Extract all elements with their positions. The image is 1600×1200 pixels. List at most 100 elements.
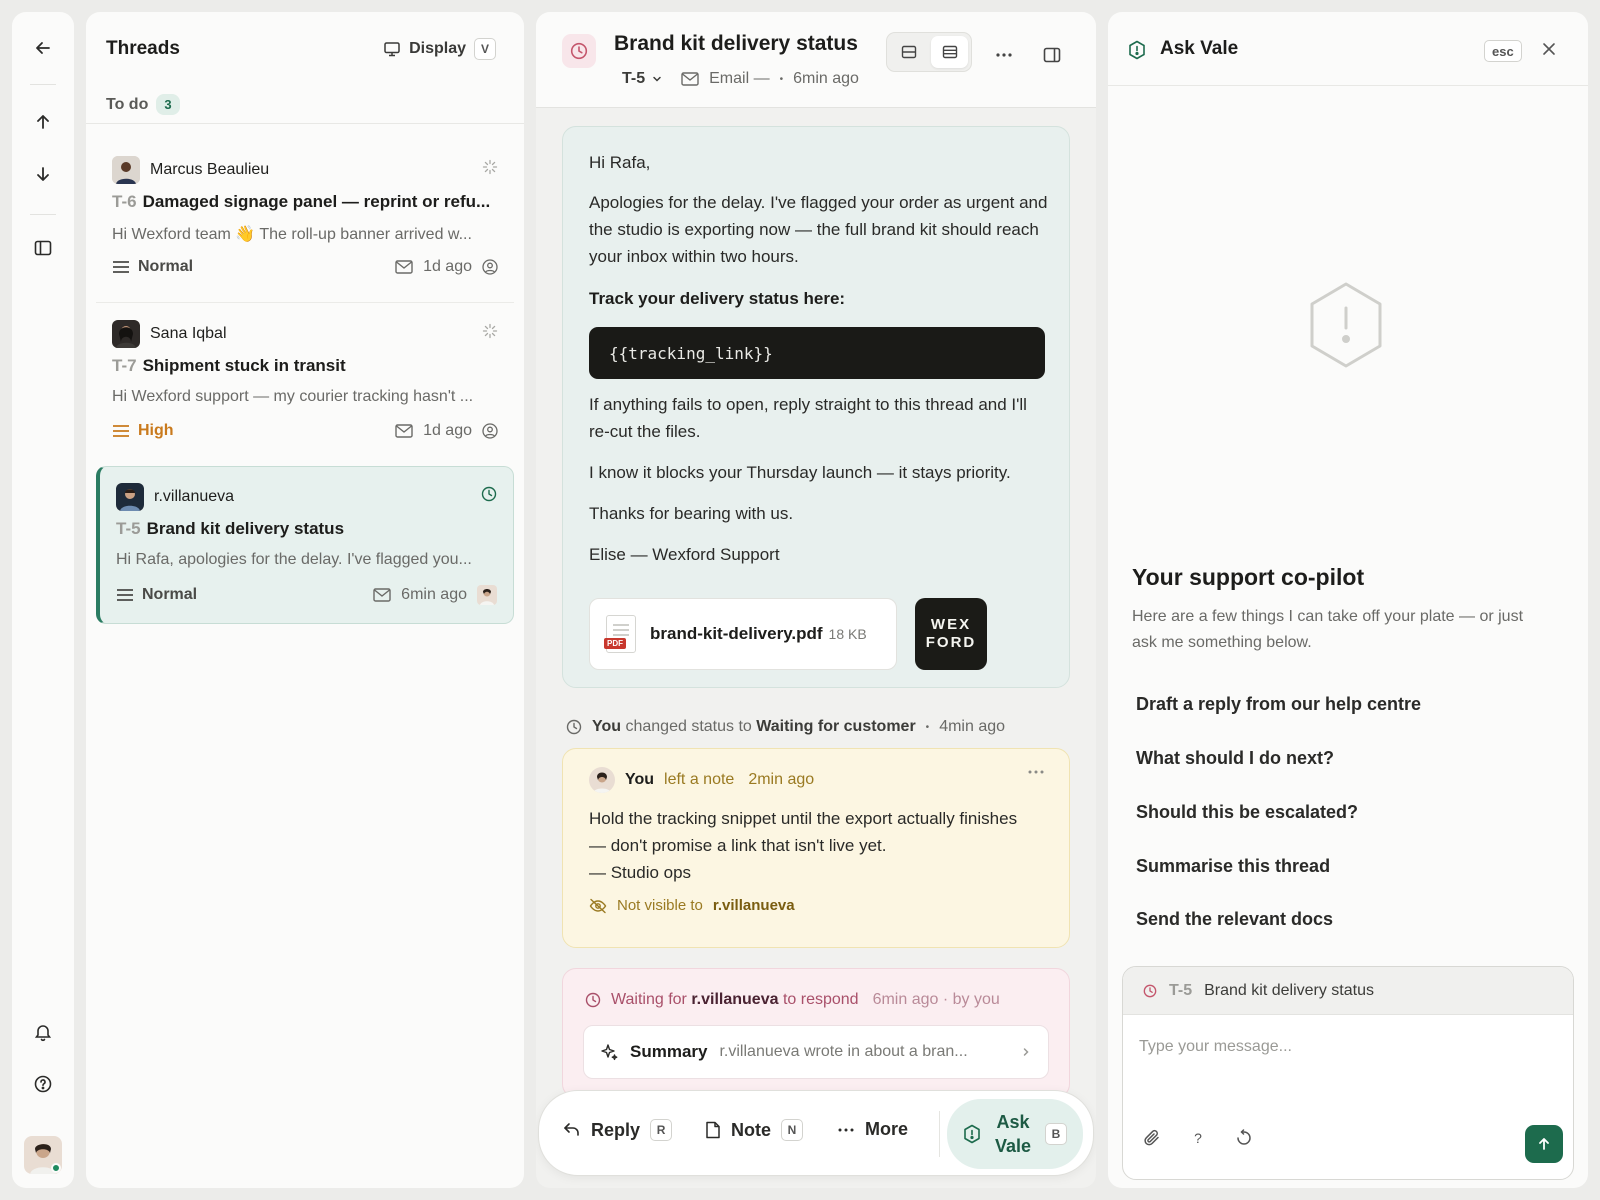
email-message: Hi Rafa, Apologies for the delay. I've f… <box>562 126 1070 688</box>
thread-subject: T-5 Brand kit delivery status <box>116 519 345 538</box>
note-button[interactable]: Note N <box>705 1119 803 1141</box>
email-paragraph: Apologies for the delay. I've flagged yo… <box>589 193 1048 266</box>
arrow-down-icon[interactable] <box>29 160 57 188</box>
ask-vale-panel: Ask Vale esc Your support co-pilot Here … <box>1108 12 1588 1188</box>
waiting-line: Waiting for r.villanueva to respond 6min… <box>585 991 1000 1009</box>
thread-footer: Normal 1d ago <box>112 258 498 276</box>
suggestion-draft-reply[interactable]: Draft a reply from our help centre <box>1136 694 1421 715</box>
stacked-view-icon[interactable] <box>931 36 968 68</box>
display-label: Display <box>409 40 466 57</box>
back-arrow-icon[interactable] <box>29 34 57 62</box>
threads-title: Threads <box>106 38 180 59</box>
priority-lines-icon <box>112 424 130 438</box>
rail-divider <box>30 84 56 85</box>
conversation-time: 6min ago <box>793 70 859 87</box>
sidebar-toggle-icon[interactable] <box>29 234 57 262</box>
email-paragraph: I know it blocks your Thursday launch — … <box>589 463 1011 482</box>
wexford-logo-attachment[interactable]: WEX FORD <box>915 598 987 670</box>
email-paragraph: If anything fails to open, reply straigh… <box>589 395 1027 441</box>
split-view-icon[interactable] <box>890 36 927 68</box>
threads-header: Threads Display V To do 3 <box>86 12 524 124</box>
unassigned-user-icon[interactable] <box>482 423 498 439</box>
thread-item-t5-selected[interactable]: r.villanueva T-5 Brand kit delivery statu… <box>96 466 514 624</box>
bell-icon[interactable] <box>29 1018 57 1046</box>
note-more-icon[interactable] <box>1027 769 1045 775</box>
thread-meta: 1d ago <box>395 422 498 440</box>
email-track-heading: Track your delivery status here: <box>589 289 846 308</box>
assignee-avatar[interactable] <box>477 585 497 605</box>
reply-button[interactable]: Reply R <box>563 1119 673 1141</box>
thread-subject: T-7 Shipment stuck in transit <box>112 356 346 375</box>
note-body: Hold the tracking snippet until the expo… <box>589 809 1018 882</box>
priority-normal: Normal <box>112 258 193 276</box>
eye-off-icon <box>589 898 607 914</box>
refresh-icon[interactable] <box>1233 1127 1255 1149</box>
waiting-status-card: Waiting for r.villanueva to respond 6min… <box>562 968 1070 1098</box>
priority-normal: Normal <box>116 586 197 604</box>
channel-label: Email — <box>709 70 770 87</box>
arrow-up-icon[interactable] <box>29 108 57 136</box>
vale-composer: T-5 Brand kit delivery status ? <box>1122 966 1574 1180</box>
todo-group-header[interactable]: To do 3 <box>106 94 180 115</box>
help-circle-icon[interactable] <box>29 1070 57 1098</box>
more-horizontal-icon[interactable] <box>990 42 1018 68</box>
thread-meta: 1d ago <box>395 258 498 276</box>
meta-separator: • <box>779 73 784 85</box>
vale-title: Ask Vale <box>1160 38 1239 59</box>
thread-item-t7[interactable]: Sana Iqbal T-7 Shipment stuck in transit … <box>96 304 514 454</box>
send-button[interactable] <box>1525 1125 1563 1163</box>
todo-label: To do <box>106 95 149 113</box>
mail-icon <box>395 260 413 274</box>
thread-item-t6[interactable]: Marcus Beaulieu T-6 Damaged signage panel… <box>96 140 514 290</box>
attachment-size: 18 KB <box>828 626 867 642</box>
composer-tools: ? <box>1141 1127 1255 1149</box>
avatar <box>116 483 144 511</box>
ask-vale-button[interactable]: Ask Vale B <box>947 1099 1083 1169</box>
note-file-icon <box>705 1121 721 1139</box>
monitor-icon <box>383 40 401 58</box>
more-button[interactable]: More <box>837 1119 908 1140</box>
pdf-file-icon: PDF <box>604 615 636 653</box>
copilot-title: Your support co-pilot <box>1132 564 1365 590</box>
suggestion-next-step[interactable]: What should I do next? <box>1136 748 1334 769</box>
note-visibility: Not visible to r.villanueva <box>589 897 795 914</box>
priority-high: High <box>112 422 174 440</box>
thread-subject: T-6 Damaged signage panel — reprint or re… <box>112 192 491 211</box>
user-avatar[interactable] <box>24 1136 62 1174</box>
more-horizontal-icon <box>837 1127 855 1133</box>
chevron-down-icon <box>651 73 663 85</box>
vale-header: Ask Vale esc <box>1108 12 1588 86</box>
summary-row[interactable]: Summary r.villanueva wrote in about a br… <box>583 1025 1049 1079</box>
internal-note: You left a note 2min ago Hold the tracki… <box>562 748 1070 948</box>
conversation-panel: Brand kit delivery status T-5 Email — • … <box>536 12 1096 1188</box>
suggestion-escalate[interactable]: Should this be escalated? <box>1136 802 1358 823</box>
clock-status-icon <box>481 486 497 502</box>
waiting-clock-icon[interactable] <box>562 34 596 68</box>
pdf-attachment[interactable]: PDF brand-kit-delivery.pdf 18 KB <box>589 598 897 670</box>
unassigned-user-icon[interactable] <box>482 259 498 275</box>
action-bar: Reply R Note N More Ask Vale B <box>538 1090 1094 1176</box>
display-shortcut: V <box>474 38 496 60</box>
message-input[interactable] <box>1139 1027 1559 1067</box>
thread-preview: Hi Wexford team 👋 The roll-up banner arr… <box>112 226 472 243</box>
thread-footer: High 1d ago <box>112 422 498 440</box>
arrow-up-icon <box>1536 1136 1552 1152</box>
email-paragraph: Thanks for bearing with us. <box>589 504 794 523</box>
side-panel-icon[interactable] <box>1038 42 1066 68</box>
reply-arrow-icon <box>563 1122 581 1138</box>
paperclip-icon[interactable] <box>1141 1127 1163 1149</box>
nav-rail <box>12 12 74 1188</box>
todo-count-badge: 3 <box>156 94 180 115</box>
suggestion-summarise[interactable]: Summarise this thread <box>1136 856 1330 877</box>
sparkle-icon <box>600 1043 618 1061</box>
close-icon[interactable] <box>1540 40 1558 58</box>
thread-footer: Normal 6min ago <box>116 585 497 605</box>
question-icon[interactable]: ? <box>1187 1127 1209 1149</box>
loading-spinner-icon <box>482 159 498 175</box>
threads-panel: Threads Display V To do 3 Marcus Beaulie… <box>86 12 524 1188</box>
display-button[interactable]: Display V <box>383 38 496 60</box>
attachment-name: brand-kit-delivery.pdf 18 KB <box>650 624 867 643</box>
email-signature: Elise — Wexford Support <box>589 545 780 564</box>
ticket-dropdown[interactable]: T-5 <box>622 70 663 88</box>
suggestion-send-docs[interactable]: Send the relevant docs <box>1136 909 1333 930</box>
